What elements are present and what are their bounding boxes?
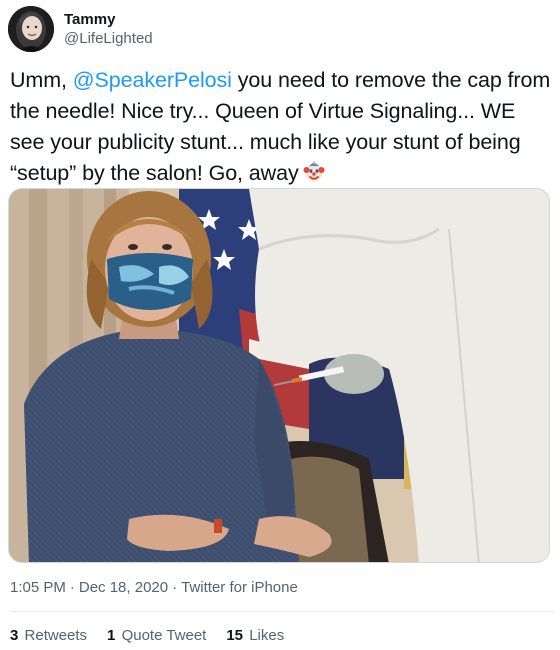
quote-tweets-stat[interactable]: 1 Quote Tweet [107,627,206,644]
tweet-stats: 3 Retweets 1 Quote Tweet 15 Likes [10,627,304,644]
tweet-text: Umm, @SpeakerPelosi you need to remove t… [10,65,555,189]
user-handle[interactable]: @LifeLighted [64,29,153,48]
tweet-date[interactable]: Dec 18, 2020 [79,579,168,596]
tweet: Tammy @LifeLighted Umm, @SpeakerPelosi y… [0,0,560,650]
user-names: Tammy @LifeLighted [64,11,153,48]
clown-face-icon [303,161,325,183]
display-name[interactable]: Tammy [64,11,153,29]
tweet-meta: 1:05 PM · Dec 18, 2020 · Twitter for iPhone [10,579,298,596]
quote-tweets-label: Quote Tweet [121,627,207,644]
likes-label: Likes [249,627,285,644]
tweet-time[interactable]: 1:05 PM [10,579,66,596]
tweet-header: Tammy @LifeLighted [8,4,153,54]
quote-tweets-count: 1 [107,627,116,644]
avatar[interactable] [8,6,54,52]
retweets-label: Retweets [24,627,88,644]
mention-link[interactable]: @SpeakerPelosi [73,68,232,92]
meta-separator-2: · [172,579,178,596]
tweet-client[interactable]: Twitter for iPhone [181,579,298,596]
retweets-count: 3 [10,627,19,644]
tweet-text-lead: Umm, [10,68,73,92]
meta-separator: · [69,579,75,596]
likes-stat[interactable]: 15 Likes [226,627,284,644]
divider [10,611,554,612]
likes-count: 15 [226,627,244,644]
tweet-photo[interactable] [8,188,550,563]
retweets-stat[interactable]: 3 Retweets [10,627,87,644]
